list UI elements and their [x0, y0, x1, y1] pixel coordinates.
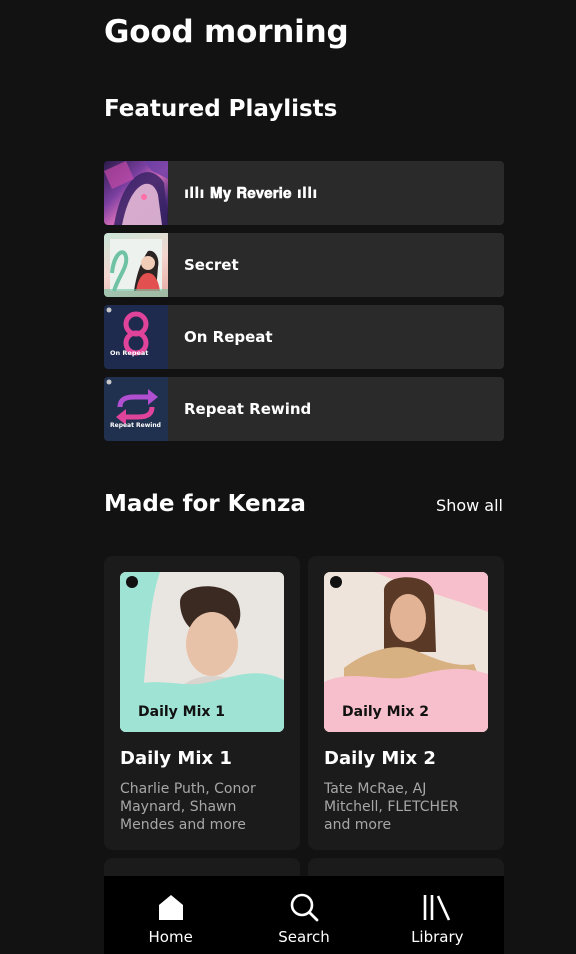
card-title: Daily Mix 2 — [324, 748, 436, 769]
playlist-row-my-reverie[interactable]: ıllı 𝐌𝐲 𝐑𝐞𝐯𝐞𝐫𝐢𝐞 ıllı — [104, 161, 504, 225]
bottom-nav: Home Search Library — [104, 876, 504, 954]
card-title: Daily Mix 1 — [120, 748, 232, 769]
made-for-heading: Made for Kenza — [104, 491, 306, 517]
search-icon — [290, 893, 319, 922]
nav-label: Home — [148, 928, 193, 946]
daily-mix-card[interactable]: Daily Mix 2 Daily Mix 2 Tate McRae, AJ M… — [308, 556, 504, 850]
cover-text: Repeat Rewind — [110, 422, 161, 429]
spotify-logo-icon — [126, 576, 138, 588]
playlist-label: Secret — [184, 256, 239, 274]
daily-mix-cover: Daily Mix 2 — [324, 572, 488, 732]
daily-mix-card[interactable]: Daily Mix 1 Daily Mix 1 Charlie Puth, Co… — [104, 556, 300, 850]
card-subtitle: Charlie Puth, Conor Maynard, Shawn Mende… — [120, 781, 256, 833]
library-icon — [424, 895, 451, 921]
nav-home[interactable]: Home — [121, 892, 221, 946]
nav-library[interactable]: Library — [387, 892, 487, 946]
playlist-row-on-repeat[interactable]: On Repeat On Repeat — [104, 305, 504, 369]
playlist-label: Repeat Rewind — [184, 400, 312, 418]
playlist-row-secret[interactable]: Secret — [104, 233, 504, 297]
playlist-label: On Repeat — [184, 328, 273, 346]
on-repeat-thumbnail: On Repeat — [104, 305, 168, 369]
show-all-link[interactable]: Show all — [436, 496, 503, 515]
portrait-thumbnail — [104, 233, 168, 297]
anime-art-thumbnail — [104, 161, 168, 225]
cover-text: On Repeat — [110, 349, 148, 357]
repeat-rewind-thumbnail: Repeat Rewind — [104, 377, 168, 441]
nav-label: Search — [278, 928, 330, 946]
cover-label: Daily Mix 2 — [342, 704, 430, 720]
nav-search[interactable]: Search — [254, 892, 354, 946]
card-subtitle: Tate McRae, AJ Mitchell, FLETCHER and mo… — [324, 781, 459, 833]
featured-playlists-heading: Featured Playlists — [104, 96, 338, 122]
greeting-title: Good morning — [104, 14, 349, 50]
playlist-row-repeat-rewind[interactable]: Repeat Rewind Repeat Rewind — [104, 377, 504, 441]
daily-mix-cover: Daily Mix 1 — [120, 572, 284, 732]
cover-label: Daily Mix 1 — [138, 704, 226, 720]
home-icon — [158, 895, 183, 920]
playlist-label: ıllı 𝐌𝐲 𝐑𝐞𝐯𝐞𝐫𝐢𝐞 ıllı — [184, 184, 318, 202]
nav-label: Library — [411, 928, 464, 946]
spotify-logo-icon — [330, 576, 342, 588]
